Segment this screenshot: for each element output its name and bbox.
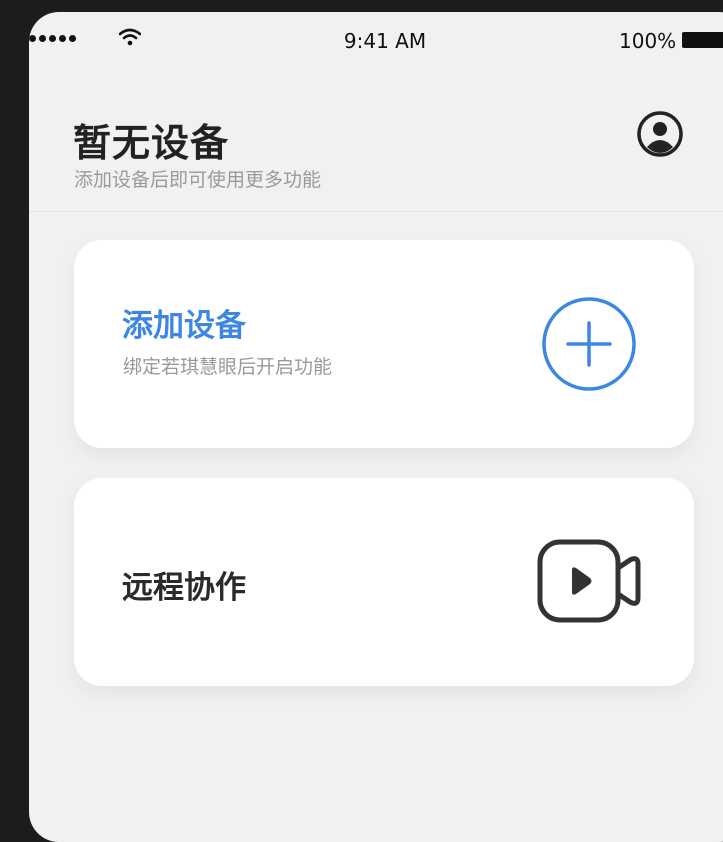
page-subtitle: 添加设备后即可使用更多功能: [74, 169, 322, 191]
plus-circle-icon[interactable]: [540, 295, 638, 393]
battery-icon: [682, 32, 723, 48]
page-title: 暂无设备: [73, 121, 230, 165]
wifi-icon: [119, 28, 141, 46]
header-divider: [29, 211, 723, 212]
battery-percentage: 100%: [619, 29, 677, 53]
status-time: 9:41 AM: [343, 29, 427, 53]
add-device-subtitle: 绑定若琪慧眼后开启功能: [123, 356, 333, 378]
remote-collaboration-title: 远程协作: [122, 570, 246, 606]
add-device-card[interactable]: 添加设备 绑定若琪慧眼后开启功能: [74, 240, 694, 448]
video-camera-icon[interactable]: [534, 536, 646, 626]
profile-icon[interactable]: [636, 110, 684, 158]
add-device-title: 添加设备: [122, 308, 246, 344]
phone-screen: 9:41 AM 100% 暂无设备 添加设备后即可使用更多功能 添加设备 绑定若…: [29, 12, 723, 842]
signal-strength-icon: [29, 35, 76, 42]
remote-collaboration-card[interactable]: 远程协作: [74, 478, 694, 686]
status-bar: 9:41 AM 100%: [29, 12, 723, 68]
